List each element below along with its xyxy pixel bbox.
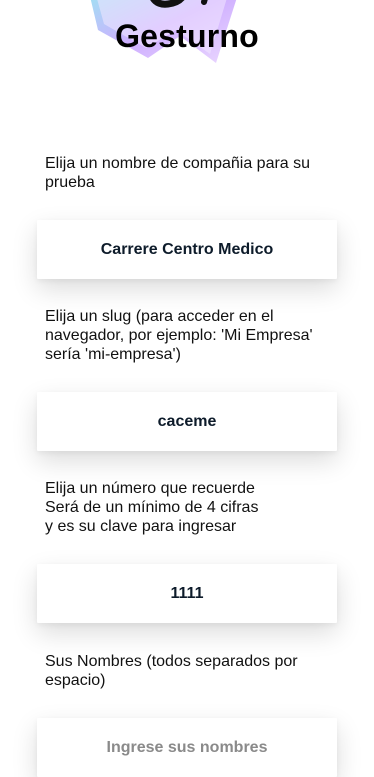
pin-label: Elija un número que recuerde Será de un … <box>45 480 259 535</box>
company-name-label: Elija un nombre de compañia para su prue… <box>45 155 311 191</box>
slug-label: Elija un slug (para acceder en el navega… <box>45 308 313 363</box>
pin-input[interactable] <box>37 564 337 623</box>
slug-input[interactable] <box>37 392 337 451</box>
company-name-input[interactable] <box>37 220 337 279</box>
logo-area: Gesturno <box>0 0 374 70</box>
names-label: Sus Nombres (todos separados por espacio… <box>45 653 298 689</box>
brand-name: Gesturno <box>115 18 259 54</box>
names-input[interactable] <box>37 718 337 777</box>
